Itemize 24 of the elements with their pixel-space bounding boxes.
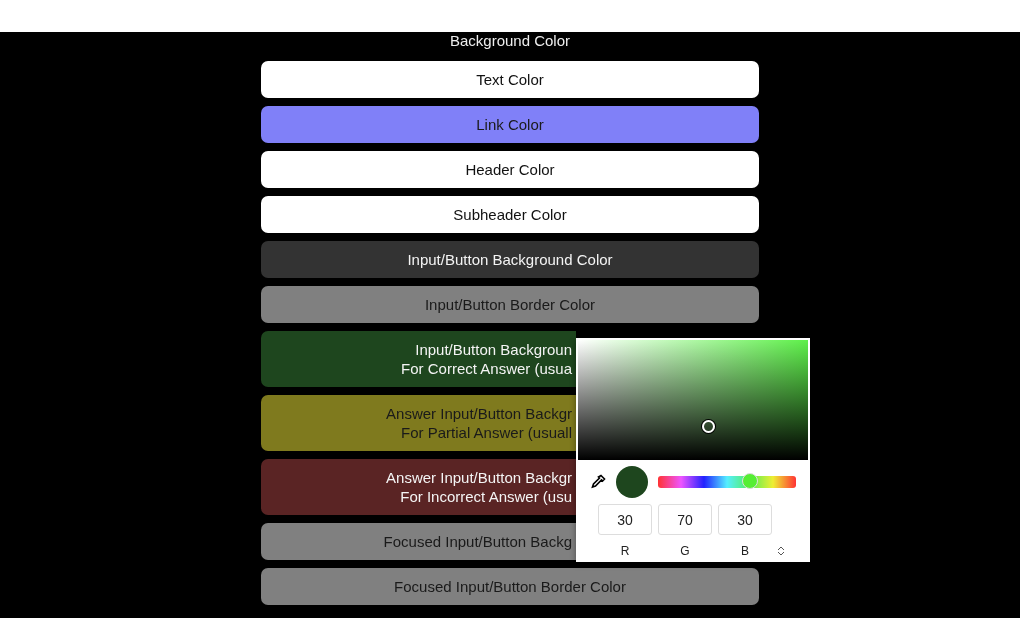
slider-thumb[interactable] [742, 473, 759, 489]
channel-input[interactable]: 70 [658, 504, 712, 535]
channel-label: R [619, 543, 631, 558]
color-option-button[interactable]: Input/Button Backgroun For Correct Answer (usua [261, 331, 576, 387]
color-option-button[interactable]: Answer Input/Button Backgr For Incorrect Answer (usu [261, 459, 576, 515]
channel-label: G [679, 543, 691, 558]
color-option-button[interactable]: Text Color [261, 61, 759, 98]
color-option-button[interactable]: Header Color [261, 151, 759, 188]
color-option-button[interactable]: Answer Input/Button Backgr For Partial Answer (usuall [261, 395, 576, 451]
color-option-button[interactable]: Input/Button Border Color [261, 286, 759, 323]
saturation-area[interactable] [578, 340, 808, 460]
color-option-button[interactable]: Link Color [261, 106, 759, 143]
eyedropper-icon[interactable] [590, 474, 606, 490]
channel-input[interactable]: 30 [718, 504, 772, 535]
channel-input[interactable]: 30 [598, 504, 652, 535]
toggle-icon[interactable] [778, 546, 784, 556]
section-heading: Background Color [449, 32, 571, 51]
color-option-button[interactable]: Focused Input/Button Border Color [261, 568, 759, 605]
channel-label: B [740, 543, 750, 558]
hue-slider[interactable] [658, 476, 796, 488]
picker-handle[interactable] [702, 420, 715, 433]
color-option-button[interactable]: Subheader Color [261, 196, 759, 233]
color-option-button[interactable]: Input/Button Background Color [261, 241, 759, 278]
color-option-button[interactable]: Focused Input/Button Backg [261, 523, 576, 560]
